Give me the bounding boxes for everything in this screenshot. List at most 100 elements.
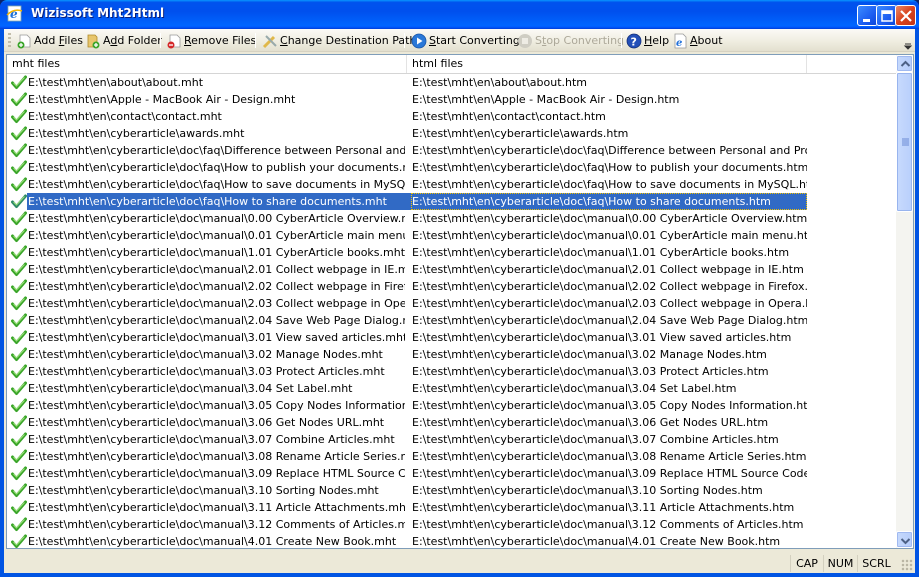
mht-file-path: E:\test\mht\en\cyberarticle\doc\manual\3… [28, 518, 405, 531]
column-header-html-files[interactable]: html files [407, 55, 807, 73]
checkmark-icon [11, 483, 27, 497]
scroll-thumb[interactable] [896, 72, 913, 212]
checkmark-icon [11, 177, 27, 191]
list-row[interactable]: E:\test\mht\en\cyberarticle\doc\manual\2… [7, 312, 899, 329]
checkmark-icon [11, 92, 27, 106]
checkmark-icon [11, 432, 27, 446]
stop-icon [518, 33, 532, 48]
checkmark-icon [11, 194, 27, 208]
list-row[interactable]: E:\test\mht\en\cyberarticle\doc\manual\3… [7, 414, 899, 431]
list-row[interactable]: E:\test\mht\en\cyberarticle\doc\manual\3… [7, 380, 899, 397]
list-row[interactable]: E:\test\mht\en\cyberarticle\doc\manual\1… [7, 244, 899, 261]
list-row[interactable]: E:\test\mht\en\cyberarticle\doc\manual\3… [7, 516, 899, 533]
stop-converting-label: Stop Converting [535, 34, 625, 47]
svg-text:e: e [676, 38, 682, 49]
list-row[interactable]: E:\test\mht\en\Apple - MacBook Air - Des… [7, 91, 899, 108]
list-row[interactable]: E:\test\mht\en\cyberarticle\awards.mht E:… [7, 125, 899, 142]
list-row[interactable]: E:\test\mht\en\cyberarticle\doc\manual\3… [7, 397, 899, 414]
add-file-icon [17, 34, 31, 48]
title-bar[interactable]: e Wizissoft Mht2Html [0, 0, 919, 29]
list-row[interactable]: E:\test\mht\en\cyberarticle\doc\manual\3… [7, 448, 899, 465]
mht-file-path: E:\test\mht\en\cyberarticle\doc\manual\3… [28, 433, 395, 446]
toolbar-overflow-chevron-icon[interactable] [903, 36, 913, 50]
add-files-label: Add Files [34, 34, 83, 47]
add-folder-button[interactable]: Add Folder [85, 30, 162, 51]
list-row[interactable]: E:\test\mht\en\cyberarticle\doc\manual\4… [7, 533, 899, 548]
list-row[interactable]: E:\test\mht\en\cyberarticle\doc\faq\Diff… [7, 142, 899, 159]
html-file-path: E:\test\mht\en\cyberarticle\awards.htm [412, 127, 629, 140]
list-row[interactable]: E:\test\mht\en\cyberarticle\doc\manual\3… [7, 482, 899, 499]
list-row[interactable]: E:\test\mht\en\cyberarticle\doc\manual\3… [7, 363, 899, 380]
list-row[interactable]: E:\test\mht\en\cyberarticle\doc\manual\3… [7, 329, 899, 346]
num-lock-indicator: NUM [823, 555, 857, 572]
start-converting-button[interactable]: Start Converting [411, 30, 520, 51]
html-file-path: E:\test\mht\en\cyberarticle\doc\faq\How … [412, 178, 807, 191]
list-row[interactable]: E:\test\mht\en\cyberarticle\doc\manual\3… [7, 499, 899, 516]
mht-file-path: E:\test\mht\en\cyberarticle\doc\manual\2… [28, 297, 405, 310]
minimize-button[interactable] [857, 5, 878, 26]
change-destination-path-button[interactable]: Change Destination Path [262, 30, 416, 51]
list-row[interactable]: E:\test\mht\en\cyberarticle\doc\manual\0… [7, 210, 899, 227]
mht-file-path: E:\test\mht\en\cyberarticle\doc\manual\3… [28, 501, 405, 514]
list-row[interactable]: E:\test\mht\en\about\about.mht E:\test\mh… [7, 74, 899, 91]
checkmark-icon [11, 143, 27, 157]
html-file-path: E:\test\mht\en\cyberarticle\doc\manual\3… [412, 501, 795, 514]
window-frame-bottom [0, 573, 919, 577]
mht-file-path: E:\test\mht\en\cyberarticle\doc\manual\3… [28, 348, 383, 361]
vertical-scrollbar[interactable] [896, 55, 913, 548]
html-file-path: E:\test\mht\en\about\about.htm [412, 76, 588, 89]
help-label: Help [644, 34, 670, 47]
toolbar-grip[interactable] [8, 33, 11, 49]
list-row[interactable]: E:\test\mht\en\cyberarticle\doc\manual\2… [7, 278, 899, 295]
html-file-path: E:\test\mht\en\cyberarticle\doc\manual\4… [412, 535, 781, 548]
help-button[interactable]: ? Help [626, 30, 669, 51]
status-message [4, 555, 790, 572]
scroll-down-button[interactable] [896, 531, 913, 548]
about-label: About [690, 34, 723, 47]
mht-file-path: E:\test\mht\en\contact\contact.mht [28, 110, 222, 123]
close-button[interactable] [895, 5, 916, 26]
checkmark-icon [11, 415, 27, 429]
list-row[interactable]: E:\test\mht\en\cyberarticle\doc\manual\3… [7, 431, 899, 448]
html-file-path: E:\test\mht\en\contact\contact.htm [412, 110, 606, 123]
svg-text:?: ? [631, 35, 637, 48]
about-button[interactable]: e About [672, 30, 723, 51]
stop-converting-button[interactable]: Stop Converting [517, 30, 624, 51]
remove-files-button[interactable]: Remove Files [166, 30, 256, 51]
list-row[interactable]: E:\test\mht\en\cyberarticle\doc\manual\3… [7, 465, 899, 482]
app-window: e Wizissoft Mht2Html Add Files Add Folde… [0, 0, 919, 577]
mht-file-path: E:\test\mht\en\cyberarticle\doc\manual\3… [28, 450, 405, 463]
maximize-button[interactable] [876, 5, 897, 26]
column-header-empty [807, 55, 899, 73]
list-header: mht files html files [7, 55, 899, 74]
scroll-up-button[interactable] [896, 55, 913, 72]
chevron-up-icon [900, 60, 911, 67]
resize-grip[interactable] [901, 559, 913, 571]
caps-lock-indicator: CAP [790, 555, 823, 572]
change-destination-path-label: Change Destination Path [280, 34, 417, 47]
checkmark-icon [11, 466, 27, 480]
list-row[interactable]: E:\test\mht\en\cyberarticle\doc\faq\How … [7, 193, 899, 210]
window-title: Wizissoft Mht2Html [31, 6, 165, 20]
html-file-path: E:\test\mht\en\cyberarticle\doc\manual\3… [412, 399, 807, 412]
html-file-path: E:\test\mht\en\cyberarticle\doc\manual\2… [412, 280, 807, 293]
list-row[interactable]: E:\test\mht\en\cyberarticle\doc\manual\3… [7, 346, 899, 363]
toolbar: Add Files Add Folder Remove Files Change… [4, 29, 915, 52]
list-row[interactable]: E:\test\mht\en\cyberarticle\doc\manual\2… [7, 295, 899, 312]
mht-file-path: E:\test\mht\en\cyberarticle\doc\manual\2… [28, 314, 405, 327]
list-row[interactable]: E:\test\mht\en\cyberarticle\doc\manual\0… [7, 227, 899, 244]
checkmark-icon [11, 109, 27, 123]
mht-file-path: E:\test\mht\en\cyberarticle\doc\manual\3… [28, 331, 405, 344]
list-row[interactable]: E:\test\mht\en\contact\contact.mht E:\tes… [7, 108, 899, 125]
status-bar: CAP NUM SCRL [4, 553, 915, 573]
play-icon [411, 33, 427, 48]
add-files-button[interactable]: Add Files [16, 30, 83, 51]
list-row[interactable]: E:\test\mht\en\cyberarticle\doc\manual\2… [7, 261, 899, 278]
html-file-path: E:\test\mht\en\cyberarticle\doc\manual\3… [412, 416, 769, 429]
list-row[interactable]: E:\test\mht\en\cyberarticle\doc\faq\How … [7, 176, 899, 193]
list-row[interactable]: E:\test\mht\en\cyberarticle\doc\faq\How … [7, 159, 899, 176]
html-file-path: E:\test\mht\en\cyberarticle\doc\manual\2… [412, 263, 804, 276]
html-file-path: E:\test\mht\en\cyberarticle\doc\manual\3… [412, 467, 807, 480]
html-file-path: E:\test\mht\en\cyberarticle\doc\manual\3… [412, 484, 763, 497]
column-header-mht-files[interactable]: mht files [7, 55, 407, 73]
